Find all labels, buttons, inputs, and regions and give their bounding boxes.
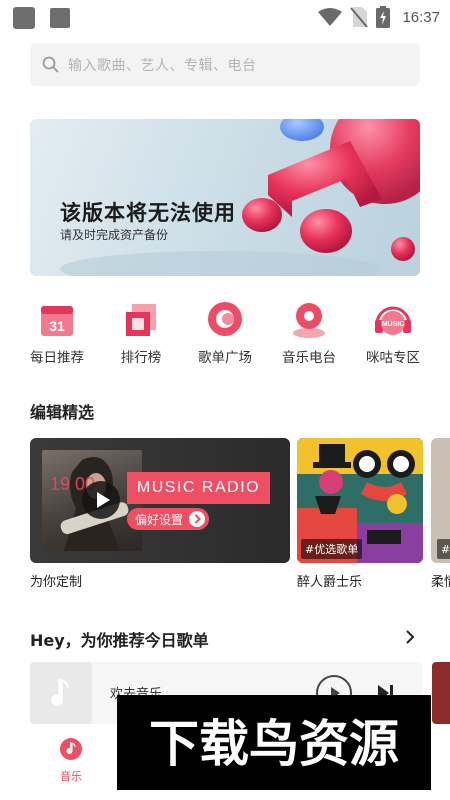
nav-label: 歌单广场 xyxy=(198,350,252,366)
nav-daily-recommend[interactable]: 31 每日推荐 xyxy=(15,300,99,370)
wifi-icon xyxy=(318,8,343,26)
radio-icon xyxy=(293,303,325,338)
battery-charging-icon xyxy=(376,6,391,28)
quick-nav: 31 每日推荐 排行榜 歌单广场 音乐电台 MUSIC 咪咕专区 xyxy=(15,300,435,370)
calendar-icon-text: 31 xyxy=(49,318,65,334)
calendar-icon: 31 xyxy=(41,306,73,336)
music-radio-label: MUSIC RADIO xyxy=(127,472,270,504)
search-input[interactable]: 输入歌曲、艺人、专辑、电台 xyxy=(30,43,420,86)
preference-settings-label: 偏好设置 xyxy=(135,512,184,527)
playlist-card-jazz[interactable]: #优选歌单 xyxy=(297,438,423,563)
chart-icon xyxy=(126,304,156,336)
watermark-text: 下载鸟资源 xyxy=(149,715,399,773)
editor-picks-title: 编辑精选 xyxy=(30,403,95,422)
notification-square-icon xyxy=(50,8,70,28)
music-note-icon xyxy=(60,738,82,760)
migu-icon-text: MUSIC xyxy=(382,321,405,328)
recommend-next-card[interactable] xyxy=(432,662,450,724)
migu-headphones-icon: MUSIC xyxy=(375,306,411,335)
nav-label: 每日推荐 xyxy=(30,350,84,366)
nav-label: 咪咕专区 xyxy=(366,350,420,366)
banner-title: 该版本将无法使用 xyxy=(60,201,236,225)
tab-music[interactable]: 音乐 xyxy=(55,738,87,784)
playlist-tag: #经 xyxy=(437,539,450,559)
banner-subtitle: 请及时完成资产备份 xyxy=(60,228,169,242)
playlist-card-peek[interactable]: #经 xyxy=(431,438,450,563)
status-icons: 16:37 xyxy=(318,6,440,28)
playlist-icon xyxy=(208,302,242,336)
notification-square-icon xyxy=(13,7,35,29)
custom-radio-label: 为你定制 xyxy=(30,575,83,590)
status-time: 16:37 xyxy=(402,8,440,26)
no-sim-icon xyxy=(350,7,369,28)
nav-label: 音乐电台 xyxy=(282,350,336,366)
music-note-icon xyxy=(30,662,92,724)
playlist-label-peek: 柔情 xyxy=(431,575,450,590)
promo-banner[interactable]: 该版本将无法使用 请及时完成资产备份 xyxy=(30,119,420,276)
play-icon xyxy=(97,492,110,508)
watermark-logo: 下载鸟资源 xyxy=(117,695,431,790)
preference-settings-button[interactable]: 偏好设置 xyxy=(127,508,210,530)
playlist-tag: #优选歌单 xyxy=(301,539,363,559)
chevron-right-icon[interactable] xyxy=(403,629,417,645)
search-icon xyxy=(42,56,59,73)
nav-migu-zone[interactable]: MUSIC 咪咕专区 xyxy=(351,300,435,370)
nav-music-radio[interactable]: 音乐电台 xyxy=(267,300,351,370)
custom-radio-card[interactable]: 19 00 MUSIC RADIO 偏好设置 xyxy=(30,438,290,563)
search-placeholder: 输入歌曲、艺人、专辑、电台 xyxy=(68,57,257,74)
nav-playlist-square[interactable]: 歌单广场 xyxy=(183,300,267,370)
play-button[interactable] xyxy=(82,481,120,519)
nav-ranking[interactable]: 排行榜 xyxy=(99,300,183,370)
watermark-logo-art: 下载鸟资源 xyxy=(149,715,399,773)
nav-label: 排行榜 xyxy=(120,350,162,366)
tab-music-label: 音乐 xyxy=(60,770,82,783)
status-bar: 16:37 xyxy=(0,0,450,34)
playlist-label-jazz: 醉人爵士乐 xyxy=(297,575,363,590)
chevron-right-icon xyxy=(189,511,206,527)
recommend-title: Hey，为你推荐今日歌单 xyxy=(30,631,209,650)
